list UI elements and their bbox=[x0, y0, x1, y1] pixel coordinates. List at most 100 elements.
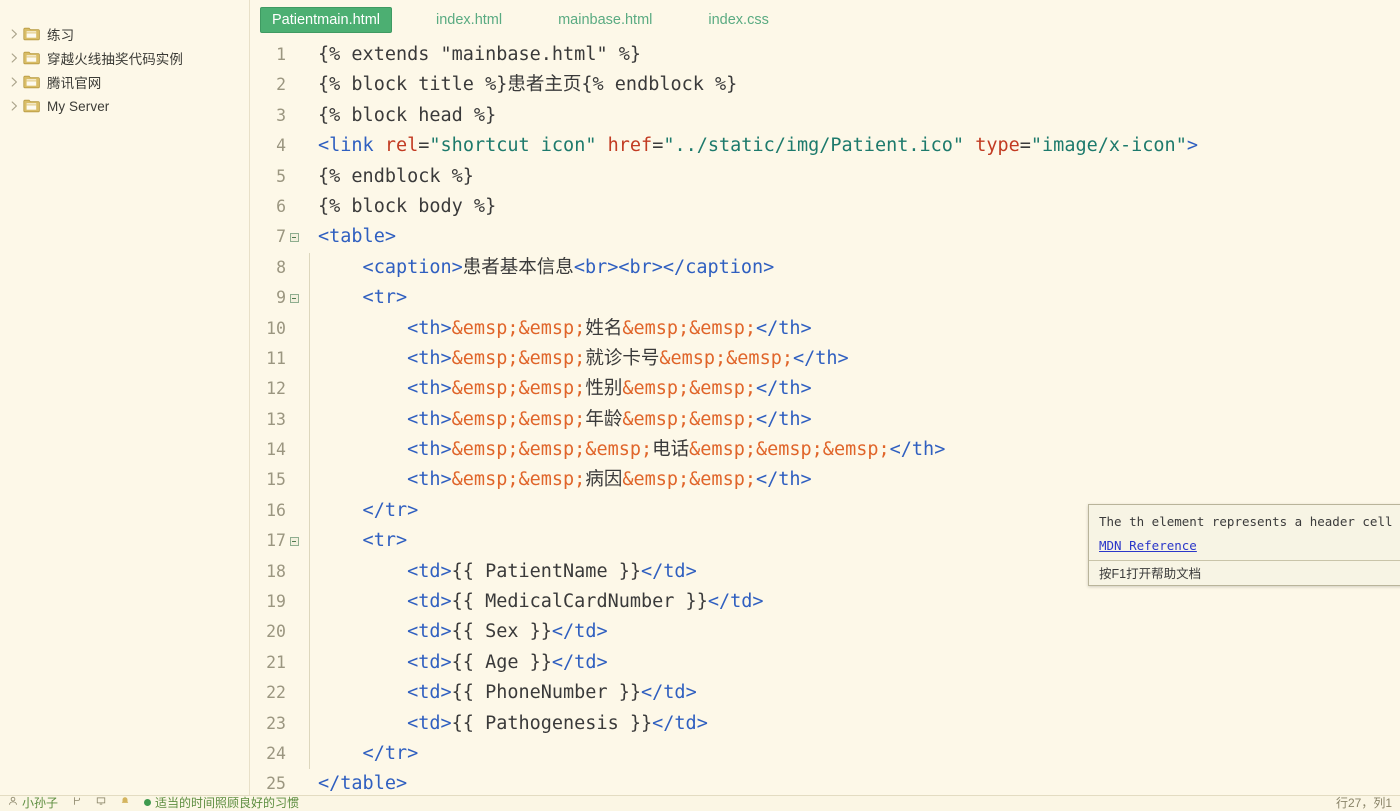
status-item-branch[interactable] bbox=[72, 796, 82, 806]
code-token: </th> bbox=[755, 469, 812, 491]
chevron-right-icon[interactable] bbox=[6, 77, 22, 87]
code-token: <td> bbox=[318, 651, 452, 673]
code-token: type bbox=[975, 135, 1020, 157]
code-token: &emsp;&emsp; bbox=[659, 347, 793, 369]
code-line[interactable]: 19 <td>{{ MedicalCardNumber }}</td> bbox=[250, 587, 1400, 618]
code-line-text: {% block head %} bbox=[318, 101, 1400, 131]
tree-item[interactable]: 腾讯官网 bbox=[0, 70, 249, 94]
indent-guide bbox=[302, 404, 318, 436]
documentation-description: The th element represents a header cell … bbox=[1099, 514, 1400, 529]
code-token: </td> bbox=[641, 682, 697, 704]
code-line[interactable]: 13 <th>&emsp;&emsp;年龄&emsp;&emsp;</th> bbox=[250, 404, 1400, 436]
editor-tab[interactable]: mainbase.html bbox=[546, 7, 664, 33]
code-line[interactable]: 2 {% block title %}患者主页{% endblock %} bbox=[250, 70, 1400, 100]
line-number: 7 bbox=[276, 227, 286, 247]
code-editor[interactable]: 1 {% extends "mainbase.html" %} 2 {% block … bbox=[250, 40, 1400, 795]
code-line-text: <caption>患者基本信息<br><br></caption> bbox=[318, 253, 1400, 283]
code-line[interactable]: 1 {% extends "mainbase.html" %} bbox=[250, 40, 1400, 70]
fold-toggle-icon[interactable] bbox=[286, 283, 302, 313]
code-token: &emsp;&emsp; bbox=[622, 317, 756, 339]
code-token: <table> bbox=[318, 226, 396, 248]
code-line[interactable]: 5 {% endblock %} bbox=[250, 162, 1400, 192]
code-line[interactable]: 12 <th>&emsp;&emsp;性别&emsp;&emsp;</th> bbox=[250, 374, 1400, 406]
code-line[interactable]: 20 <td>{{ Sex }}</td> bbox=[250, 617, 1400, 649]
code-line[interactable]: 4 <link rel="shortcut icon" href="../stat… bbox=[250, 131, 1400, 161]
line-number: 12 bbox=[266, 379, 286, 399]
code-token: "../static/img/Patient.ico" bbox=[663, 135, 965, 157]
indent-guide bbox=[302, 647, 318, 679]
status-item-user[interactable]: 小孙子 bbox=[8, 796, 58, 810]
code-token: &emsp;&emsp; bbox=[622, 408, 756, 430]
mdn-reference-link[interactable]: MDN Reference bbox=[1099, 538, 1197, 553]
code-line[interactable]: 6 {% block body %} bbox=[250, 192, 1400, 222]
code-token: <br><br></caption> bbox=[573, 256, 775, 278]
code-line-text: <th>&emsp;&emsp;年龄&emsp;&emsp;</th> bbox=[318, 405, 1400, 435]
code-line[interactable]: 21 <td>{{ Age }}</td> bbox=[250, 647, 1400, 679]
documentation-hint: 按F1打开帮助文档 bbox=[1099, 567, 1202, 581]
code-token: </th> bbox=[755, 378, 812, 400]
tree-item-label: 穿越火线抽奖代码实例 bbox=[47, 52, 183, 67]
collapse-icon[interactable] bbox=[289, 293, 299, 303]
code-token: {% block title %} bbox=[318, 74, 508, 96]
indent-guide bbox=[302, 435, 318, 466]
indent-guide bbox=[302, 343, 318, 375]
tree-item[interactable]: 穿越火线抽奖代码实例 bbox=[0, 46, 249, 70]
code-line[interactable]: 11 <th>&emsp;&emsp;就诊卡号&emsp;&emsp;</th> bbox=[250, 343, 1400, 375]
line-number: 17 bbox=[266, 531, 286, 551]
fold-toggle-icon[interactable] bbox=[286, 222, 302, 252]
code-token: 性别 bbox=[585, 378, 623, 400]
code-line[interactable]: 25 </table> bbox=[250, 769, 1400, 795]
code-token: 患者主页 bbox=[507, 74, 582, 96]
indent-guide bbox=[302, 556, 318, 588]
code-token: rel bbox=[384, 135, 419, 157]
tree-item[interactable]: My Server bbox=[0, 94, 249, 118]
code-line[interactable]: 24 </tr> bbox=[250, 738, 1400, 770]
code-token: &emsp;&emsp; bbox=[451, 378, 586, 400]
code-line[interactable]: 8 <caption>患者基本信息<br><br></caption> bbox=[250, 252, 1400, 284]
code-line[interactable]: 9 <tr> bbox=[250, 283, 1400, 314]
code-token: %} bbox=[607, 44, 642, 65]
code-line[interactable]: 23 <td>{{ Pathogenesis }}</td> bbox=[250, 708, 1400, 740]
code-line-text: <td>{{ PhoneNumber }}</td> bbox=[318, 678, 1400, 708]
code-token: > bbox=[1186, 135, 1198, 157]
fold-toggle-icon[interactable] bbox=[286, 526, 302, 556]
code-line[interactable]: 22 <td>{{ PhoneNumber }}</td> bbox=[250, 678, 1400, 709]
code-line[interactable]: 7 <table> bbox=[250, 222, 1400, 252]
collapse-icon[interactable] bbox=[289, 536, 299, 546]
code-line[interactable]: 15 <th>&emsp;&emsp;病因&emsp;&emsp;</th> bbox=[250, 465, 1400, 497]
code-token: </td> bbox=[652, 712, 708, 734]
code-line-text: <td>{{ Sex }}</td> bbox=[318, 617, 1400, 647]
editor-tab[interactable]: index.html bbox=[424, 7, 514, 33]
line-number: 2 bbox=[276, 75, 286, 95]
code-token: &emsp;&emsp; bbox=[451, 347, 586, 369]
line-number: 16 bbox=[266, 500, 286, 520]
line-number: 23 bbox=[266, 713, 286, 733]
editor-tab[interactable]: Patientmain.html bbox=[260, 7, 392, 33]
code-token: &emsp;&emsp; bbox=[451, 317, 586, 339]
chevron-right-icon[interactable] bbox=[6, 53, 22, 63]
chevron-right-icon[interactable] bbox=[6, 101, 22, 111]
code-token: href bbox=[607, 135, 653, 157]
chevron-right-icon[interactable] bbox=[6, 29, 22, 39]
status-item-bell[interactable] bbox=[120, 796, 130, 806]
code-line[interactable]: 10 <th>&emsp;&emsp;姓名&emsp;&emsp;</th> bbox=[250, 313, 1400, 345]
status-item-monitor[interactable] bbox=[96, 796, 106, 806]
line-number: 22 bbox=[266, 683, 286, 703]
code-line[interactable]: 14 <th>&emsp;&emsp;&emsp;电话&emsp;&emsp;&… bbox=[250, 435, 1400, 466]
tree-item[interactable]: 练习 bbox=[0, 22, 249, 46]
code-line[interactable]: 3 {% block head %} bbox=[250, 101, 1400, 131]
indent-guide bbox=[302, 738, 318, 770]
documentation-popup: The th element represents a header cell … bbox=[1088, 504, 1400, 586]
code-line-text: {% endblock %} bbox=[318, 162, 1400, 192]
code-line-text: {% extends "mainbase.html" %} bbox=[318, 40, 1400, 70]
code-line-text: {% block body %} bbox=[318, 192, 1400, 222]
editor-tab[interactable]: index.css bbox=[696, 7, 780, 33]
folder-icon bbox=[22, 75, 40, 89]
collapse-icon[interactable] bbox=[289, 233, 299, 243]
